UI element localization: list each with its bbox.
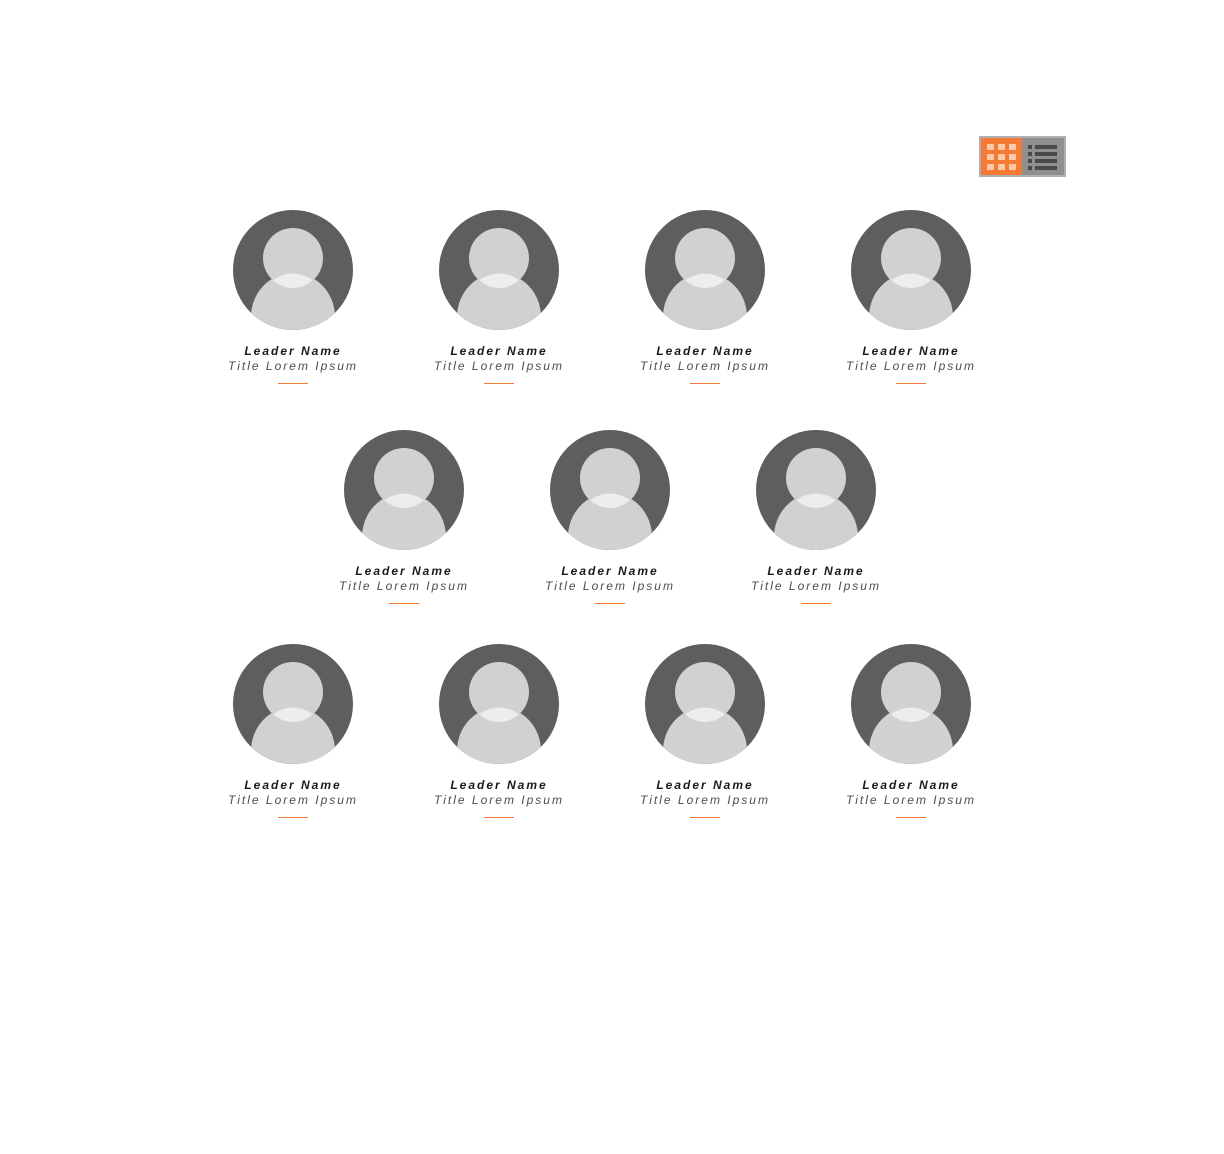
leader-title: Title Lorem Ipsum <box>640 793 770 807</box>
card-divider <box>484 383 514 384</box>
leader-name: Leader Name <box>450 778 548 792</box>
leader-card-10[interactable]: Leader Name Title Lorem Ipsum <box>602 643 808 818</box>
card-divider <box>690 383 720 384</box>
card-divider <box>690 817 720 818</box>
leader-card-5[interactable]: Leader Name Title Lorem Ipsum <box>301 429 507 604</box>
leader-card-11[interactable]: Leader Name Title Lorem Ipsum <box>808 643 1014 818</box>
person-placeholder-icon <box>439 210 559 330</box>
person-placeholder-icon <box>233 644 353 764</box>
person-placeholder-icon <box>439 644 559 764</box>
leader-name: Leader Name <box>561 564 659 578</box>
leader-name: Leader Name <box>767 564 865 578</box>
leader-title: Title Lorem Ipsum <box>545 579 675 593</box>
leader-card-8[interactable]: Leader Name Title Lorem Ipsum <box>190 643 396 818</box>
leader-title: Title Lorem Ipsum <box>228 359 358 373</box>
leader-card-6[interactable]: Leader Name Title Lorem Ipsum <box>507 429 713 604</box>
leader-title: Title Lorem Ipsum <box>846 359 976 373</box>
card-divider <box>278 383 308 384</box>
leader-name: Leader Name <box>244 778 342 792</box>
person-placeholder-icon <box>344 430 464 550</box>
person-placeholder-icon <box>645 644 765 764</box>
leader-card-9[interactable]: Leader Name Title Lorem Ipsum <box>396 643 602 818</box>
leader-title: Title Lorem Ipsum <box>751 579 881 593</box>
card-divider <box>484 817 514 818</box>
leader-card-2[interactable]: Leader Name Title Lorem Ipsum <box>396 209 602 384</box>
leader-name: Leader Name <box>862 778 960 792</box>
person-placeholder-icon <box>851 644 971 764</box>
leader-name: Leader Name <box>862 344 960 358</box>
leader-title: Title Lorem Ipsum <box>434 793 564 807</box>
leader-card-1[interactable]: Leader Name Title Lorem Ipsum <box>190 209 396 384</box>
leader-name: Leader Name <box>355 564 453 578</box>
leader-title: Title Lorem Ipsum <box>228 793 358 807</box>
card-divider <box>389 603 419 604</box>
person-placeholder-icon <box>550 430 670 550</box>
leader-name: Leader Name <box>656 778 754 792</box>
leader-title: Title Lorem Ipsum <box>640 359 770 373</box>
person-placeholder-icon <box>756 430 876 550</box>
leader-card-3[interactable]: Leader Name Title Lorem Ipsum <box>602 209 808 384</box>
grid-view-button[interactable] <box>981 138 1022 175</box>
leader-title: Title Lorem Ipsum <box>846 793 976 807</box>
leader-card-7[interactable]: Leader Name Title Lorem Ipsum <box>713 429 919 604</box>
leader-name: Leader Name <box>450 344 548 358</box>
leader-title: Title Lorem Ipsum <box>434 359 564 373</box>
person-placeholder-icon <box>645 210 765 330</box>
card-divider <box>896 383 926 384</box>
leader-name: Leader Name <box>656 344 754 358</box>
card-divider <box>595 603 625 604</box>
leader-card-4[interactable]: Leader Name Title Lorem Ipsum <box>808 209 1014 384</box>
card-divider <box>801 603 831 604</box>
leader-name: Leader Name <box>244 344 342 358</box>
person-placeholder-icon <box>851 210 971 330</box>
grid-icon <box>986 143 1016 170</box>
list-icon <box>1028 144 1057 170</box>
person-placeholder-icon <box>233 210 353 330</box>
list-view-button[interactable] <box>1022 138 1064 175</box>
view-toggle <box>979 136 1066 177</box>
card-divider <box>896 817 926 818</box>
leader-title: Title Lorem Ipsum <box>339 579 469 593</box>
card-divider <box>278 817 308 818</box>
